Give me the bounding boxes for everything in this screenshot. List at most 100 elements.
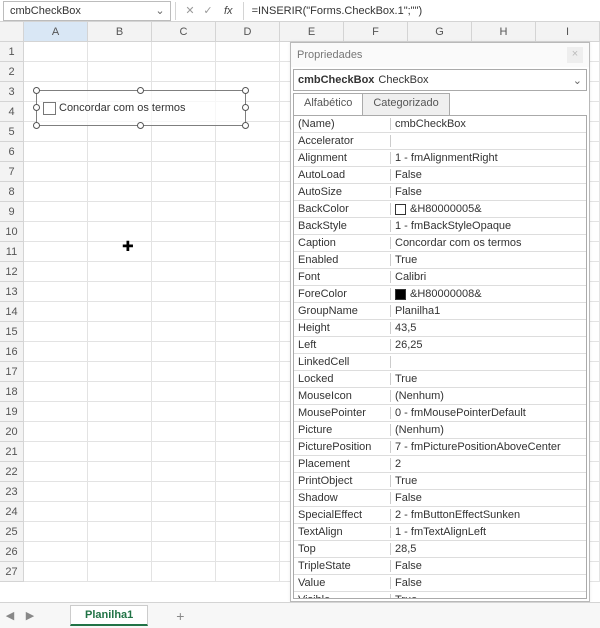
add-sheet-icon[interactable]: + xyxy=(176,608,184,624)
cell[interactable] xyxy=(152,342,216,362)
select-all-button[interactable] xyxy=(0,22,24,41)
resize-handle[interactable] xyxy=(33,122,40,129)
cell[interactable] xyxy=(216,482,280,502)
cell[interactable] xyxy=(24,562,88,582)
cell[interactable] xyxy=(152,182,216,202)
checkbox-icon[interactable] xyxy=(43,102,56,115)
cell[interactable] xyxy=(152,562,216,582)
property-value[interactable]: 1 - fmBackStyleOpaque xyxy=(391,220,586,232)
cell[interactable] xyxy=(152,222,216,242)
cell[interactable] xyxy=(216,282,280,302)
row-header[interactable]: 13 xyxy=(0,282,24,302)
column-header[interactable]: D xyxy=(216,22,280,41)
cell[interactable] xyxy=(88,482,152,502)
close-icon[interactable]: × xyxy=(567,47,583,63)
cell[interactable] xyxy=(88,362,152,382)
cell[interactable] xyxy=(88,262,152,282)
sheet-tab[interactable]: Planilha1 xyxy=(70,605,148,626)
property-row[interactable]: Accelerator xyxy=(294,133,586,150)
cell[interactable] xyxy=(24,182,88,202)
cell[interactable] xyxy=(88,382,152,402)
property-value[interactable]: 0 - fmMousePointerDefault xyxy=(391,407,586,419)
cell[interactable] xyxy=(24,362,88,382)
column-header[interactable]: G xyxy=(408,22,472,41)
cell[interactable] xyxy=(152,62,216,82)
cell[interactable] xyxy=(152,282,216,302)
row-header[interactable]: 17 xyxy=(0,362,24,382)
cell[interactable] xyxy=(152,382,216,402)
fx-icon[interactable]: fx xyxy=(224,5,233,17)
cell[interactable] xyxy=(152,362,216,382)
cell[interactable] xyxy=(24,502,88,522)
property-row[interactable]: TripleStateFalse xyxy=(294,558,586,575)
property-value[interactable]: &H80000008& xyxy=(391,288,586,300)
cell[interactable] xyxy=(152,402,216,422)
properties-grid[interactable]: (Name)cmbCheckBoxAcceleratorAlignment1 -… xyxy=(293,115,587,599)
property-value[interactable]: 43,5 xyxy=(391,322,586,334)
cell[interactable] xyxy=(88,442,152,462)
cell[interactable] xyxy=(216,182,280,202)
cell[interactable] xyxy=(216,422,280,442)
cell[interactable] xyxy=(216,62,280,82)
cell[interactable] xyxy=(24,482,88,502)
properties-title-bar[interactable]: Propriedades × xyxy=(291,43,589,67)
cell[interactable] xyxy=(24,542,88,562)
cell[interactable] xyxy=(216,342,280,362)
row-header[interactable]: 26 xyxy=(0,542,24,562)
cell[interactable] xyxy=(216,42,280,62)
row-header[interactable]: 9 xyxy=(0,202,24,222)
property-value[interactable]: 1 - fmAlignmentRight xyxy=(391,152,586,164)
property-row[interactable]: AutoSizeFalse xyxy=(294,184,586,201)
cell[interactable] xyxy=(216,242,280,262)
property-value[interactable]: False xyxy=(391,186,586,198)
resize-handle[interactable] xyxy=(242,122,249,129)
cell[interactable] xyxy=(24,42,88,62)
cell[interactable] xyxy=(88,302,152,322)
cell[interactable] xyxy=(88,42,152,62)
name-box[interactable]: cmbCheckBox ⌄ xyxy=(3,1,171,21)
property-value[interactable]: True xyxy=(391,373,586,385)
property-row[interactable]: (Name)cmbCheckBox xyxy=(294,116,586,133)
cell[interactable] xyxy=(216,142,280,162)
property-value[interactable]: &H80000005& xyxy=(391,203,586,215)
cell[interactable] xyxy=(152,202,216,222)
tab-alphabetic[interactable]: Alfabético xyxy=(293,93,363,115)
resize-handle[interactable] xyxy=(33,87,40,94)
property-row[interactable]: ValueFalse xyxy=(294,575,586,592)
cell[interactable] xyxy=(216,502,280,522)
cell[interactable] xyxy=(88,142,152,162)
cell[interactable] xyxy=(88,162,152,182)
nav-prev-icon[interactable]: ◀ xyxy=(0,609,20,622)
property-row[interactable]: Top28,5 xyxy=(294,541,586,558)
cell[interactable] xyxy=(88,222,152,242)
cell[interactable] xyxy=(152,442,216,462)
row-header[interactable]: 5 xyxy=(0,122,24,142)
property-value[interactable]: True xyxy=(391,254,586,266)
cell[interactable] xyxy=(152,522,216,542)
cell[interactable] xyxy=(216,202,280,222)
row-header[interactable]: 18 xyxy=(0,382,24,402)
property-row[interactable]: CaptionConcordar com os termos xyxy=(294,235,586,252)
property-value[interactable]: Planilha1 xyxy=(391,305,586,317)
property-row[interactable]: BackColor&H80000005& xyxy=(294,201,586,218)
cell[interactable] xyxy=(88,522,152,542)
property-row[interactable]: MouseIcon(Nenhum) xyxy=(294,388,586,405)
cell[interactable] xyxy=(88,62,152,82)
cell[interactable] xyxy=(152,542,216,562)
formula-input[interactable]: =INSERIR("Forms.CheckBox.1";"") xyxy=(248,5,600,17)
property-value[interactable]: cmbCheckBox xyxy=(391,118,586,130)
cell[interactable] xyxy=(152,422,216,442)
column-header[interactable]: H xyxy=(472,22,536,41)
row-header[interactable]: 25 xyxy=(0,522,24,542)
property-row[interactable]: Picture(Nenhum) xyxy=(294,422,586,439)
resize-handle[interactable] xyxy=(137,122,144,129)
property-value[interactable]: 26,25 xyxy=(391,339,586,351)
cell[interactable] xyxy=(216,162,280,182)
property-value[interactable]: False xyxy=(391,577,586,589)
cell[interactable] xyxy=(88,422,152,442)
row-header[interactable]: 4 xyxy=(0,102,24,122)
property-row[interactable]: BackStyle1 - fmBackStyleOpaque xyxy=(294,218,586,235)
cell[interactable] xyxy=(88,202,152,222)
cell[interactable] xyxy=(24,282,88,302)
row-header[interactable]: 21 xyxy=(0,442,24,462)
